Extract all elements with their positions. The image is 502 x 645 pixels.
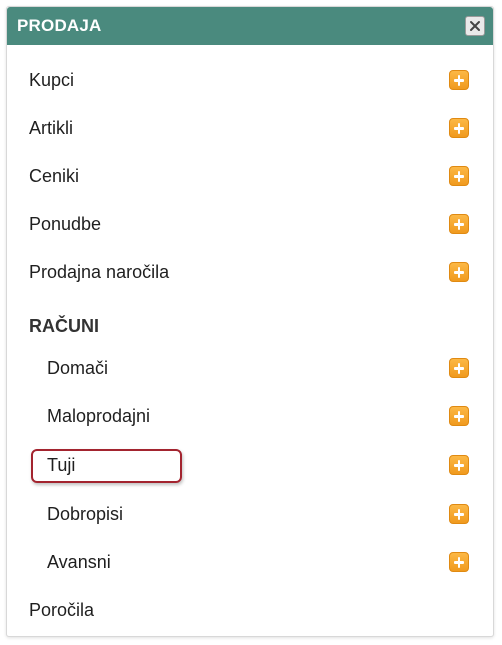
- menu-item-label[interactable]: Ponudbe: [29, 204, 101, 244]
- menu-item-maloprodajni[interactable]: Maloprodajni: [7, 396, 493, 436]
- menu-item-domaci[interactable]: Domači: [7, 348, 493, 388]
- close-icon: [470, 21, 480, 31]
- prodaja-menu-panel: PRODAJA Kupci Artikli Ceniki Ponudbe Pro…: [6, 6, 494, 637]
- menu-item-ponudbe[interactable]: Ponudbe: [7, 204, 493, 244]
- menu-item-porocila[interactable]: Poročila: [7, 590, 493, 630]
- menu-item-label[interactable]: Kupci: [29, 60, 74, 100]
- menu-item-label[interactable]: Avansni: [47, 542, 111, 582]
- menu-item-label[interactable]: Ceniki: [29, 156, 79, 196]
- menu-item-label[interactable]: Poročila: [29, 590, 94, 630]
- section-heading: RAČUNI: [29, 316, 99, 336]
- plus-icon[interactable]: [449, 70, 469, 90]
- menu-item-artikli[interactable]: Artikli: [7, 108, 493, 148]
- menu-item-kupci[interactable]: Kupci: [7, 60, 493, 100]
- plus-icon[interactable]: [449, 455, 469, 475]
- highlight-box-tuji: [31, 449, 182, 483]
- menu-item-label[interactable]: Maloprodajni: [47, 396, 150, 436]
- plus-icon[interactable]: [449, 262, 469, 282]
- plus-icon[interactable]: [449, 552, 469, 572]
- plus-icon[interactable]: [449, 406, 469, 426]
- section-racuni: RAČUNI: [7, 306, 493, 346]
- plus-icon[interactable]: [449, 358, 469, 378]
- plus-icon[interactable]: [449, 504, 469, 524]
- menu-item-label[interactable]: Artikli: [29, 108, 73, 148]
- plus-icon[interactable]: [449, 118, 469, 138]
- menu-item-dobropisi[interactable]: Dobropisi: [7, 494, 493, 534]
- panel-header: PRODAJA: [7, 7, 493, 45]
- menu-item-ceniki[interactable]: Ceniki: [7, 156, 493, 196]
- menu-item-label[interactable]: Prodajna naročila: [29, 252, 169, 292]
- menu-item-prodajna-narocila[interactable]: Prodajna naročila: [7, 252, 493, 292]
- close-button[interactable]: [465, 16, 485, 36]
- panel-title: PRODAJA: [17, 16, 102, 35]
- menu-item-label[interactable]: Domači: [47, 348, 108, 388]
- menu-item-avansni[interactable]: Avansni: [7, 542, 493, 582]
- plus-icon[interactable]: [449, 214, 469, 234]
- plus-icon[interactable]: [449, 166, 469, 186]
- menu-item-label[interactable]: Dobropisi: [47, 494, 123, 534]
